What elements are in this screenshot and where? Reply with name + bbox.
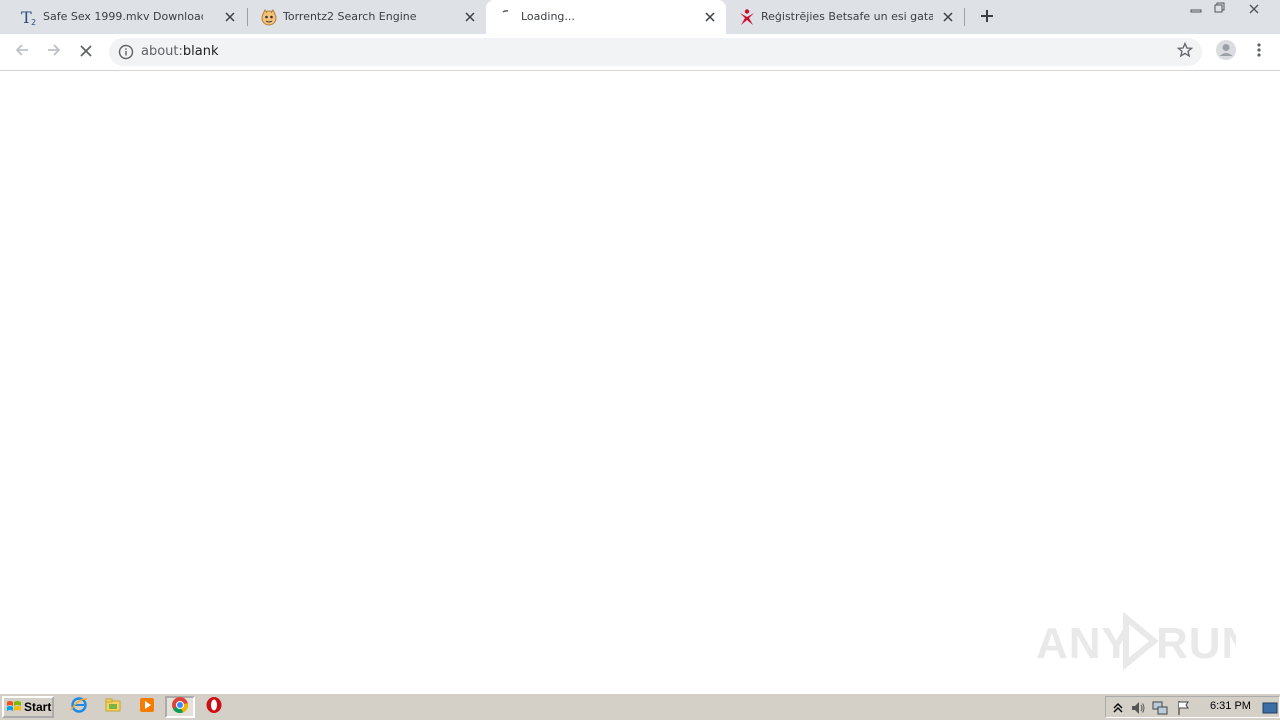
bookmark-star-button[interactable]	[1176, 41, 1194, 62]
close-icon	[79, 43, 93, 62]
tab-title: Torrentz2 Search Engine	[283, 10, 417, 23]
tray-clock[interactable]: 6:31 PM	[1210, 700, 1251, 712]
plus-icon	[980, 8, 994, 27]
avatar-icon	[1215, 39, 1237, 65]
volume-icon[interactable]	[1130, 700, 1146, 716]
show-hidden-icon[interactable]	[1110, 700, 1126, 716]
close-icon	[1248, 0, 1260, 18]
tab-close-icon[interactable]	[222, 9, 238, 25]
taskbar-chrome[interactable]	[165, 696, 195, 718]
loading-spinner-icon	[498, 8, 516, 26]
system-tray: 6:31 PM	[1105, 696, 1280, 718]
kebab-menu-icon	[1257, 42, 1261, 62]
taskbar-internet-explorer[interactable]	[68, 697, 90, 717]
explorer-folder-icon	[104, 696, 122, 718]
tab-title: Reģistrējies Betsafe un esi gatavs iz	[761, 10, 933, 23]
taskbar-explorer[interactable]	[102, 697, 124, 717]
network-icon[interactable]	[1152, 700, 1168, 716]
tab-close-icon[interactable]	[702, 9, 718, 25]
tab-title: Loading...	[521, 10, 575, 23]
menu-button[interactable]	[1247, 40, 1271, 64]
address-text[interactable]: about:blank	[141, 44, 219, 60]
start-label: Start	[24, 700, 52, 714]
tab-loading[interactable]: Loading...	[486, 0, 726, 34]
tab-strip: T 2 Safe Sex 1999.mkv Download Torrentz2…	[0, 0, 1280, 34]
restore-icon	[1214, 0, 1226, 18]
page-content	[0, 72, 1280, 693]
restore-button[interactable]	[1208, 0, 1232, 16]
start-button[interactable]: Start	[2, 696, 54, 718]
back-button[interactable]	[10, 40, 34, 64]
opera-icon	[205, 696, 223, 718]
windows-logo-icon	[6, 699, 22, 715]
tab-torrentz2-search[interactable]: Torrentz2 Search Engine	[248, 0, 486, 34]
svg-text:RUN: RUN	[1156, 619, 1236, 668]
chrome-icon	[171, 696, 189, 718]
windows-taskbar: Start 6:31 PM	[0, 693, 1280, 720]
internet-explorer-icon	[70, 696, 88, 718]
arrow-left-icon	[14, 42, 30, 62]
anyrun-logo-icon: ANY RUN	[1036, 611, 1236, 671]
minimize-icon	[1190, 0, 1202, 18]
tab-close-icon[interactable]	[940, 9, 956, 25]
new-tab-button[interactable]	[976, 6, 998, 28]
forward-button[interactable]	[42, 40, 66, 64]
svg-text:ANY: ANY	[1036, 619, 1132, 668]
svg-text:2: 2	[31, 18, 36, 26]
taskbar-media-player[interactable]	[136, 697, 158, 717]
tab-safe-sex-download[interactable]: T 2 Safe Sex 1999.mkv Download	[8, 0, 246, 34]
profile-button[interactable]	[1214, 40, 1238, 64]
anyrun-watermark: ANY RUN	[1036, 606, 1236, 676]
info-icon[interactable]	[118, 44, 134, 60]
tab-title: Safe Sex 1999.mkv Download	[43, 10, 203, 23]
minimize-button[interactable]	[1184, 0, 1208, 16]
star-icon	[1176, 41, 1194, 62]
tab-separator	[964, 8, 965, 26]
media-player-icon	[138, 696, 156, 718]
action-center-flag-icon[interactable]	[1176, 700, 1192, 716]
address-bar[interactable]: about:blank	[109, 38, 1202, 66]
url-scheme: about:	[141, 44, 183, 59]
tab-close-icon[interactable]	[462, 9, 478, 25]
show-desktop-icon[interactable]	[1262, 700, 1278, 716]
betsafe-icon	[738, 8, 756, 26]
taskbar-opera[interactable]	[203, 697, 225, 717]
browser-toolbar: about:blank	[0, 34, 1280, 71]
url-path: blank	[182, 44, 219, 59]
window-close-button[interactable]	[1234, 0, 1274, 16]
stop-loading-button[interactable]	[74, 40, 98, 64]
arrow-right-icon	[46, 42, 62, 62]
torrentz2-t2-icon: T 2	[20, 8, 38, 26]
torrentz2-face-icon	[260, 8, 278, 26]
tab-betsafe[interactable]: Reģistrējies Betsafe un esi gatavs iz	[726, 0, 964, 34]
